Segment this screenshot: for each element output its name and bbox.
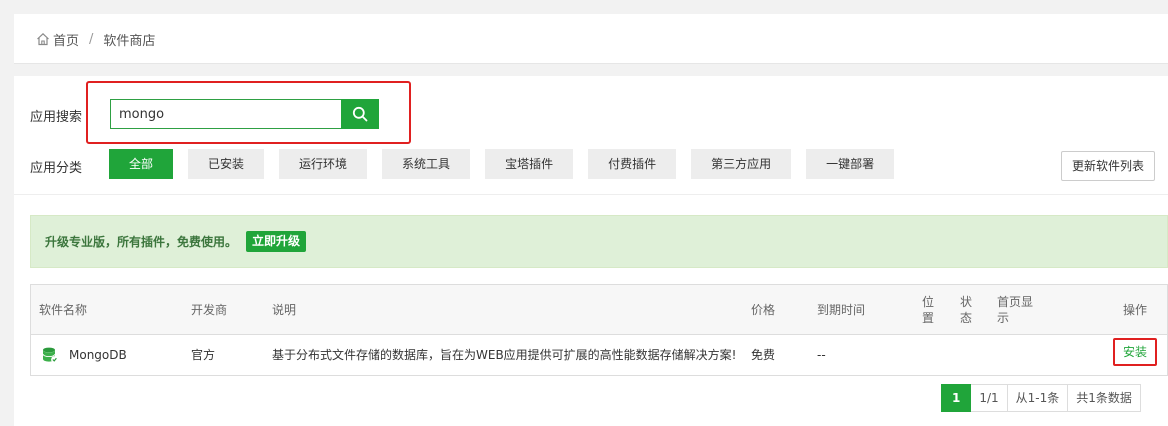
search-button[interactable] bbox=[341, 99, 379, 129]
total-records: 共1条数据 bbox=[1068, 384, 1141, 412]
software-store-panel: 应用搜索 应用分类 全部 已安装 运行环境 系统工具 宝塔插件 付费插件 第三方… bbox=[14, 76, 1168, 426]
table-header: 软件名称 开发商 说明 价格 到期时间 位 置 状 态 首页显 示 操作 bbox=[31, 285, 1167, 335]
category-paid-plugins[interactable]: 付费插件 bbox=[588, 149, 677, 179]
header-price: 价格 bbox=[751, 303, 776, 317]
description: 基于分布式文件存储的数据库，旨在为WEB应用提供可扩展的高性能数据存储解决方案! bbox=[272, 348, 737, 362]
category-third-party[interactable]: 第三方应用 bbox=[691, 149, 792, 179]
header-name: 软件名称 bbox=[39, 303, 88, 317]
search-label: 应用搜索 bbox=[30, 110, 83, 125]
breadcrumb-home-link[interactable]: 首页 bbox=[53, 30, 79, 49]
header-developer: 开发商 bbox=[191, 303, 228, 317]
header-homepage-display-line2: 示 bbox=[997, 311, 1010, 325]
top-bar: 首页 / 软件商店 bbox=[14, 14, 1168, 64]
header-position-line1: 位 bbox=[922, 295, 935, 309]
search-input[interactable] bbox=[110, 99, 342, 129]
software-name: MongoDB bbox=[69, 348, 127, 362]
header-action: 操作 bbox=[1123, 303, 1148, 317]
breadcrumb: 首页 / 软件商店 bbox=[36, 30, 156, 49]
header-status-line2: 态 bbox=[960, 311, 973, 325]
upgrade-notice-text: 升级专业版，所有插件，免费使用。 bbox=[45, 235, 238, 249]
divider bbox=[14, 194, 1168, 195]
header-description: 说明 bbox=[272, 303, 297, 317]
header-status-line1: 状 bbox=[960, 295, 973, 309]
category-installed[interactable]: 已安装 bbox=[188, 149, 265, 179]
breadcrumb-separator: / bbox=[89, 31, 94, 47]
category-label: 应用分类 bbox=[30, 161, 83, 176]
category-list: 全部 已安装 运行环境 系统工具 宝塔插件 付费插件 第三方应用 一键部署 bbox=[109, 149, 909, 179]
refresh-software-list-button[interactable]: 更新软件列表 bbox=[1061, 151, 1155, 181]
category-all[interactable]: 全部 bbox=[109, 149, 174, 179]
expire-time: -- bbox=[817, 348, 826, 362]
pagination: 1 1/1 从1-1条 共1条数据 bbox=[941, 384, 1141, 412]
page-range: 从1-1条 bbox=[1007, 384, 1069, 412]
table-row: MongoDB 官方 基于分布式文件存储的数据库，旨在为WEB应用提供可扩展的高… bbox=[31, 335, 1167, 375]
install-button[interactable]: 安装 bbox=[1113, 338, 1157, 366]
home-icon[interactable] bbox=[36, 32, 50, 46]
upgrade-notice: 升级专业版，所有插件，免费使用。 立即升级 bbox=[30, 215, 1168, 268]
software-table: 软件名称 开发商 说明 价格 到期时间 位 置 状 态 首页显 示 操作 Mon… bbox=[30, 284, 1168, 376]
page-count: 1/1 bbox=[971, 384, 1008, 412]
category-system-tools[interactable]: 系统工具 bbox=[382, 149, 471, 179]
price: 免费 bbox=[751, 348, 776, 362]
category-runtime[interactable]: 运行环境 bbox=[279, 149, 368, 179]
header-expire-time: 到期时间 bbox=[817, 303, 866, 317]
database-icon bbox=[42, 347, 58, 363]
header-homepage-display-line1: 首页显 bbox=[997, 295, 1034, 309]
breadcrumb-current: 软件商店 bbox=[103, 33, 156, 49]
category-bt-plugins[interactable]: 宝塔插件 bbox=[485, 149, 574, 179]
page-current[interactable]: 1 bbox=[941, 384, 972, 412]
developer: 官方 bbox=[191, 348, 216, 362]
search-icon bbox=[352, 106, 368, 122]
header-position-line2: 置 bbox=[922, 311, 935, 325]
category-one-click-deploy[interactable]: 一键部署 bbox=[806, 149, 895, 179]
upgrade-now-button[interactable]: 立即升级 bbox=[246, 231, 307, 252]
